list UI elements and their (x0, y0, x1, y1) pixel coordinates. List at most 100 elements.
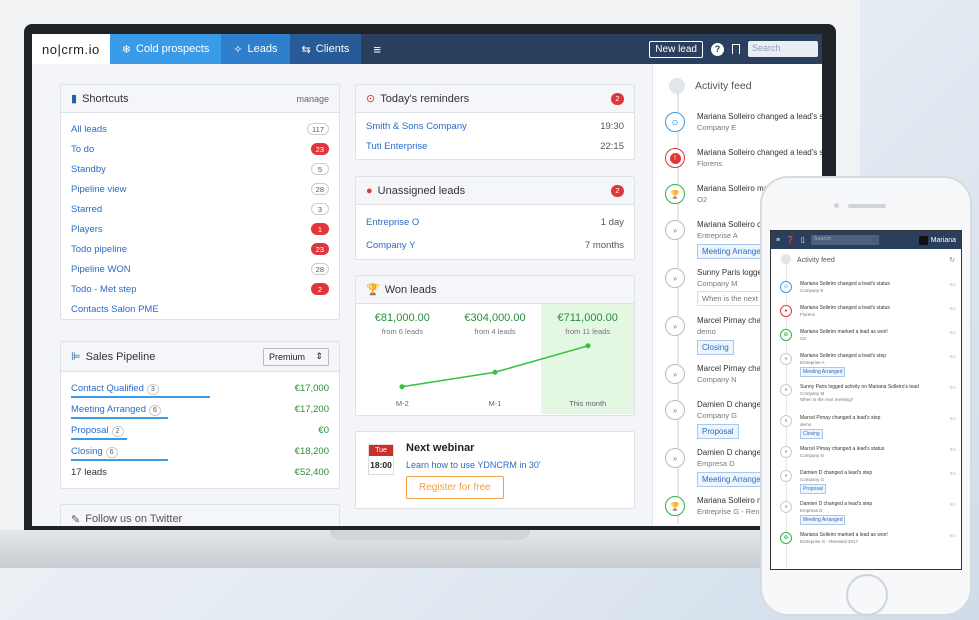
won-leads-panel: 🏆 Won leads €81,000.00 from 6 leads M-2 €3… (355, 275, 635, 416)
app-logo[interactable]: no|crm.io (32, 34, 110, 64)
unassigned-age: 7 months (584, 240, 624, 251)
shortcut-label: Contacts Salon PME (71, 303, 159, 315)
manage-link[interactable]: manage (296, 94, 329, 104)
calendar-time: 18:00 (370, 460, 392, 470)
shortcut-item[interactable]: Contacts Salon PME (61, 299, 339, 319)
shortcut-item[interactable]: Pipeline WON 28 (61, 259, 339, 279)
shortcut-item[interactable]: Todo pipeline 23 (61, 239, 339, 259)
bookmark-icon: ▮ (71, 93, 78, 105)
feed-lead-name: Company G (800, 477, 825, 482)
feed-note: When is the next (697, 291, 763, 306)
mobile-navbar: ≡ ❓ ▯ Search Mariana (771, 231, 961, 249)
phone-camera (834, 203, 839, 208)
feed-text: Damien D change (697, 448, 762, 457)
bookmark-icon[interactable]: ▯ (801, 236, 805, 244)
avatar (918, 235, 928, 245)
feed-text: Marcel Pirnay changed a lead's status (800, 446, 885, 452)
unassigned-count-badge: 2 (611, 184, 624, 197)
shortcut-item[interactable]: All leads 117 (61, 119, 339, 139)
feed-time: 9m (949, 471, 956, 476)
shortcut-item[interactable]: Players 1 (61, 219, 339, 239)
feed-lead-name: Entreprise A (800, 360, 825, 365)
pipeline-value: €18,200 (294, 446, 329, 457)
help-icon[interactable]: ? (711, 42, 724, 56)
reminders-header: ⊙ Today's reminders 2 (356, 85, 634, 113)
won-header: 🏆 Won leads (356, 276, 634, 304)
feed-lead-name: Company E (697, 123, 737, 132)
pipeline-row[interactable]: Proposal 2 €0 (61, 420, 339, 441)
unassigned-item[interactable]: Entreprise O 1 day (356, 211, 634, 234)
activity-icon: » (780, 446, 792, 458)
pipeline-row[interactable]: Contact Qualified 3 €17,000 (61, 378, 339, 399)
shortcut-item[interactable]: Standby 5 (61, 159, 339, 179)
pipeline-select[interactable]: Premium ⇕ (263, 347, 329, 366)
feed-text: Sunny Paris logged activity on Mariana S… (800, 384, 919, 390)
bookmark-icon[interactable] (732, 44, 740, 54)
tab-cold-prospects[interactable]: ❄ Cold prospects (109, 34, 222, 64)
feed-time: 9m (949, 502, 956, 507)
updown-icon: ⇕ (315, 351, 323, 361)
feed-text: Damien D change (697, 400, 762, 409)
pipeline-row[interactable]: Meeting Arranged 6 €17,200 (61, 399, 339, 420)
feed-time: 9m (949, 533, 956, 538)
feed-lead-name: demo (800, 422, 812, 427)
mobile-feed-top-dot (781, 254, 791, 264)
shortcut-count-badge: 28 (310, 183, 329, 195)
activity-icon: ● (780, 305, 792, 317)
shortcut-item[interactable]: Todo - Met step 2 (61, 279, 339, 299)
trophy-icon: 🏆 (366, 284, 380, 296)
search-input[interactable]: Search (748, 41, 818, 57)
feed-text: Mariana Solleiro changed a lead's step (800, 353, 887, 359)
sales-pipeline-panel: ⊫ Sales Pipeline Premium ⇕ Contact Qualif… (60, 341, 340, 489)
help-icon[interactable]: ❓ (786, 236, 795, 244)
feed-lead-name: Company G (697, 411, 738, 420)
feed-lead-name: Florens (697, 159, 723, 168)
reminder-item[interactable]: Tuti Enterprise 22:15 (356, 136, 634, 156)
pipeline-progress-bar (71, 396, 210, 398)
won-point (399, 384, 405, 390)
tab-clients[interactable]: ⇆ Clients (289, 34, 362, 64)
shortcut-count-badge: 28 (310, 263, 329, 275)
shortcut-item[interactable]: To do 23 (61, 139, 339, 159)
feed-time: 9m (949, 282, 956, 287)
reminder-item[interactable]: Smith & Sons Company 19:30 (356, 116, 634, 136)
feed-text: Mariana Solleiro m (697, 496, 764, 505)
tab-leads[interactable]: ✧ Leads (221, 34, 290, 64)
twitter-panel: ✎ Follow us on Twitter (60, 504, 340, 526)
feed-lead-name: Entreprise A (697, 231, 738, 240)
phone-home-button[interactable] (846, 574, 888, 616)
feed-text: Marcel Pirnay cha (697, 316, 762, 325)
twitter-icon: ✎ (71, 513, 81, 526)
feed-lead-name: Empresa D (697, 459, 735, 468)
shortcut-item[interactable]: Starred 3 (61, 199, 339, 219)
feed-step-tag: Meeting Arrange (697, 472, 766, 487)
activity-icon: » (780, 501, 792, 513)
panel-title: Shortcuts (82, 92, 129, 105)
menu-icon[interactable]: ≡ (361, 42, 393, 57)
shortcut-item[interactable]: Pipeline view 28 (61, 179, 339, 199)
shortcuts-panel: ▮ Shortcuts manage All leads 117 To do 23 St… (60, 84, 340, 320)
menu-icon[interactable]: ≡ (776, 237, 780, 244)
webinar-link[interactable]: Learn how to use YDNCRM in 30' (406, 460, 541, 470)
register-button[interactable]: Register for free (406, 476, 504, 499)
pipeline-count: 6 (105, 446, 118, 458)
pipeline-header: ⊫ Sales Pipeline Premium ⇕ (61, 342, 339, 372)
pipeline-count: 3 (146, 383, 159, 395)
snowflake-icon: ❄ (121, 43, 131, 56)
pipeline-value: €0 (318, 425, 329, 436)
user-name: Mariana (930, 236, 956, 244)
unassigned-item[interactable]: Company Y 7 months (356, 234, 634, 257)
mobile-search-input[interactable]: Search (810, 235, 879, 245)
feed-text: Mariana Solleiro marked a lead as won! (800, 329, 888, 335)
activity-icon: » (665, 316, 685, 336)
feed-text: Sunny Paris logge (697, 268, 762, 277)
user-menu[interactable]: Mariana (918, 235, 956, 245)
pipeline-row[interactable]: Closing 6 €18,200 (61, 441, 339, 462)
pipeline-count: 6 (149, 404, 161, 416)
shortcut-label: Pipeline WON (71, 263, 131, 275)
new-lead-button[interactable]: New lead (649, 40, 703, 58)
calendar-icon: Tue 18:00 (368, 444, 394, 475)
feed-lead-name: Company M (697, 279, 738, 288)
refresh-icon[interactable]: ↻ (949, 256, 955, 264)
shortcut-label: Todo pipeline (71, 243, 127, 255)
